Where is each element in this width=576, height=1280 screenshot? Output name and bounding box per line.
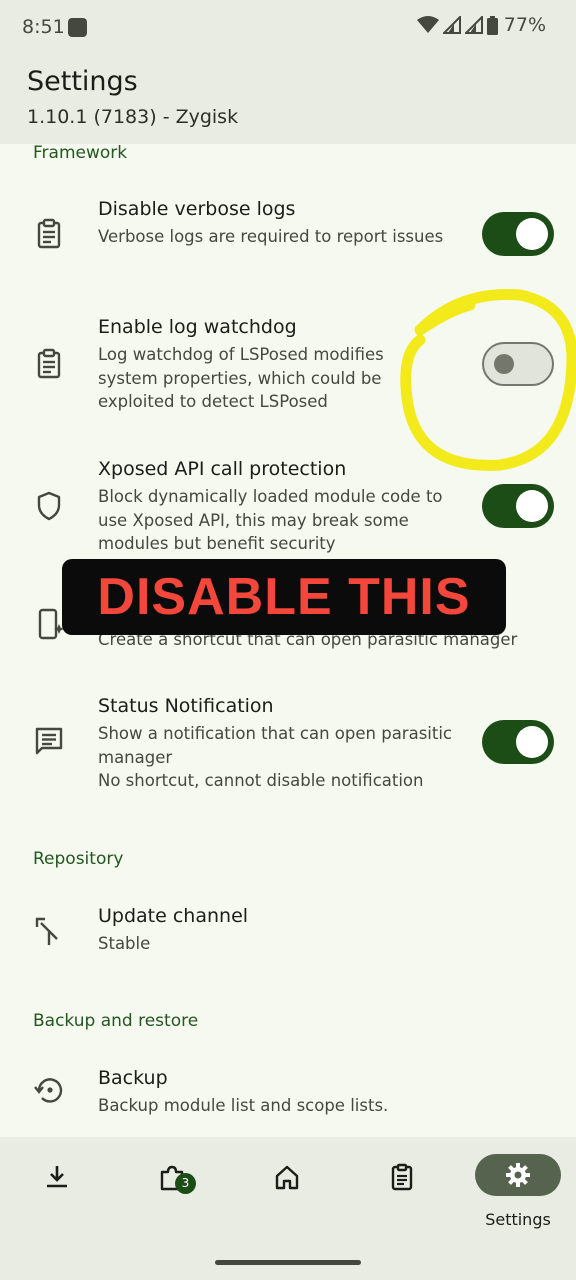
nav-settings[interactable] [475, 1154, 561, 1196]
status-time: 8:51 [22, 16, 65, 38]
clipboard-icon [37, 348, 61, 379]
status-icons: 77% [416, 14, 546, 36]
logs-icon [391, 1163, 413, 1191]
version-subtitle: 1.10.1 (7183) - Zygisk [27, 106, 239, 128]
battery-icon [486, 15, 498, 35]
section-framework: Framework [33, 143, 128, 163]
signal-icon-2 [464, 16, 483, 34]
setting-subtitle: Log watchdog of LSPosed modifies system … [98, 345, 384, 411]
log-watchdog-toggle[interactable] [482, 342, 554, 386]
setting-subtitle-note: No shortcut, cannot disable notification [98, 771, 424, 790]
restore-icon [34, 1078, 63, 1103]
disable-this-banner: DISABLE THIS [62, 559, 506, 635]
phone-sparkle-icon [38, 608, 64, 640]
nav-home[interactable] [244, 1153, 330, 1197]
setting-title: Backup [98, 1067, 168, 1089]
wifi-icon [416, 16, 439, 33]
setting-subtitle: Block dynamically loaded module code to … [98, 487, 443, 553]
settings-icon [506, 1163, 530, 1187]
nav-download[interactable] [14, 1153, 100, 1197]
gesture-bar[interactable] [215, 1260, 361, 1265]
setting-title: Disable verbose logs [98, 198, 296, 220]
toggle-knob [516, 218, 548, 250]
setting-backup[interactable]: Backup Backup module list and scope list… [0, 1056, 576, 1134]
setting-title: Update channel [98, 905, 249, 927]
signal-icon [442, 16, 461, 34]
verbose-logs-toggle[interactable] [482, 212, 554, 256]
setting-subtitle: Verbose logs are required to report issu… [98, 227, 444, 246]
section-repository: Repository [33, 849, 124, 869]
toggle-knob [516, 490, 548, 522]
clipboard-icon [37, 218, 61, 249]
setting-subtitle: Show a notification that can open parasi… [98, 724, 453, 767]
page-title: Settings [27, 66, 138, 97]
setting-status-notification[interactable]: Status Notification Show a notification … [0, 685, 576, 805]
shield-icon [37, 491, 61, 521]
notification-app-icon [68, 18, 87, 37]
xposed-protection-toggle[interactable] [482, 484, 554, 528]
bottom-navigation: 3 Settings [0, 1137, 576, 1280]
nav-modules[interactable] [129, 1153, 215, 1197]
setting-title: Xposed API call protection [98, 458, 347, 480]
setting-title: Enable log watchdog [98, 316, 297, 338]
setting-xposed-api-protection[interactable]: Xposed API call protection Block dynamic… [0, 448, 576, 558]
status-notification-toggle[interactable] [482, 720, 554, 764]
setting-title: Status Notification [98, 695, 274, 717]
setting-disable-verbose-logs[interactable]: Disable verbose logs Verbose logs are re… [0, 188, 576, 288]
nav-logs[interactable] [359, 1153, 445, 1197]
setting-log-watchdog[interactable]: Enable log watchdog Log watchdog of LSPo… [0, 306, 576, 436]
app-bar: Settings 1.10.1 (7183) - Zygisk [0, 58, 576, 144]
status-bar: 8:51 77% [0, 0, 576, 58]
home-icon [275, 1165, 299, 1190]
toggle-knob [494, 354, 514, 374]
setting-update-channel[interactable]: Update channel Stable [0, 893, 576, 973]
message-icon [35, 727, 63, 755]
download-icon [47, 1166, 67, 1188]
merge-icon [35, 917, 58, 945]
battery-percent: 77% [503, 14, 546, 36]
toggle-knob [516, 726, 548, 758]
nav-settings-label: Settings [485, 1210, 551, 1229]
update-channel-value: Stable [98, 934, 151, 953]
modules-badge: 3 [175, 1173, 196, 1194]
banner-text: DISABLE THIS [97, 568, 471, 626]
setting-subtitle: Backup module list and scope lists. [98, 1096, 389, 1115]
section-backup-restore: Backup and restore [33, 1011, 199, 1031]
